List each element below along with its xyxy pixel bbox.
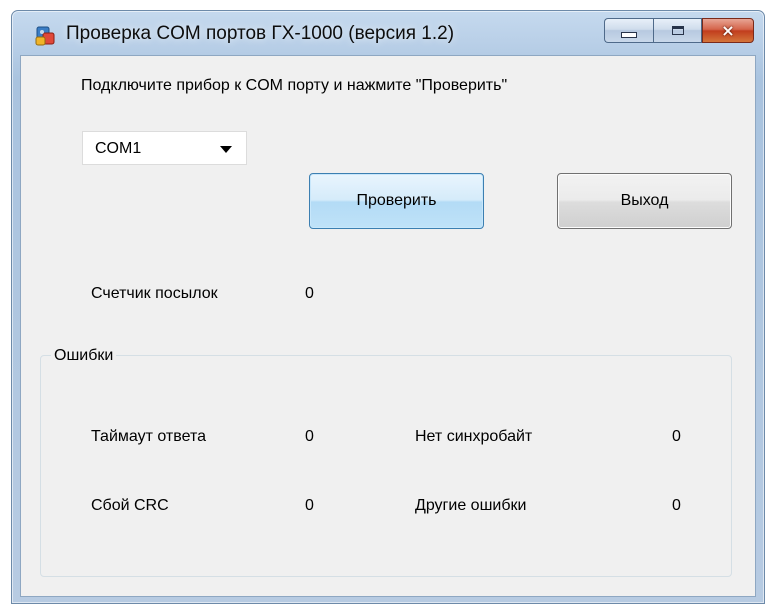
other-errors-label: Другие ошибки <box>415 497 527 514</box>
no-sync-label: Нет синхробайт <box>415 428 533 445</box>
chevron-down-icon[interactable] <box>220 146 232 153</box>
close-button[interactable]: × <box>702 18 754 43</box>
caption-buttons: × <box>604 18 754 45</box>
close-icon: × <box>721 20 735 40</box>
window-title: Проверка COM портов ГХ-1000 (версия 1.2) <box>66 23 455 44</box>
com-port-value: COM1 <box>95 140 142 157</box>
title-bar[interactable]: Проверка COM портов ГХ-1000 (версия 1.2)… <box>12 11 764 55</box>
minimize-icon <box>621 31 637 38</box>
packet-counter-value: 0 <box>305 285 314 302</box>
crc-value: 0 <box>305 497 314 514</box>
instruction-text: Подключите прибор к COM порту и нажмите … <box>81 77 508 94</box>
exit-button[interactable]: Выход <box>557 173 732 229</box>
other-errors-value: 0 <box>672 497 681 514</box>
errors-group-title: Ошибки <box>51 347 117 365</box>
maximize-button[interactable] <box>653 18 702 43</box>
timeout-value: 0 <box>305 428 314 445</box>
check-button[interactable]: Проверить <box>309 173 484 229</box>
app-icon <box>35 26 55 46</box>
maximize-icon <box>671 26 684 35</box>
com-port-select[interactable]: COM1 <box>82 131 247 165</box>
crc-label: Сбой CRC <box>91 497 169 514</box>
packet-counter-label: Счетчик посылок <box>91 285 218 302</box>
timeout-label: Таймаут ответа <box>91 428 206 445</box>
no-sync-value: 0 <box>672 428 681 445</box>
minimize-button[interactable] <box>604 18 653 43</box>
errors-group <box>40 355 732 577</box>
